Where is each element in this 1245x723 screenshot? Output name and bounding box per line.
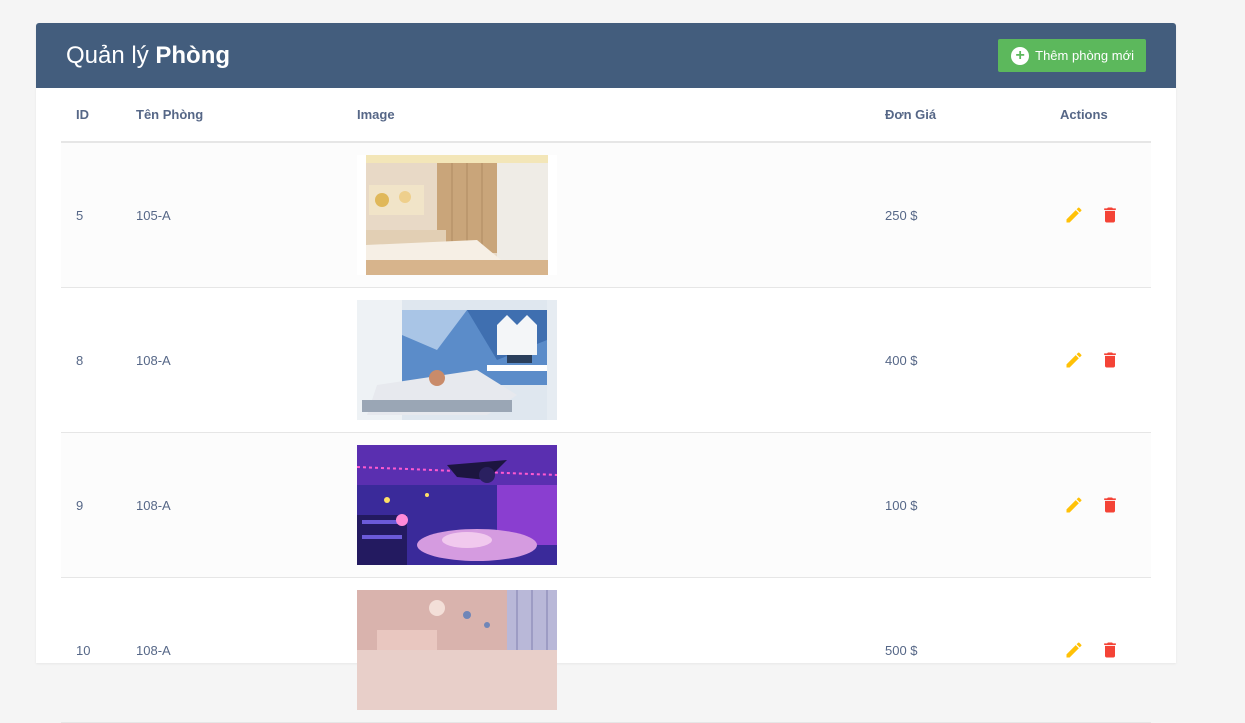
- room-image: [357, 590, 557, 710]
- trash-icon[interactable]: [1100, 640, 1120, 660]
- cell-price: 250 $: [885, 142, 1055, 288]
- add-room-button-label: Thêm phòng mới: [1035, 48, 1134, 63]
- trash-icon[interactable]: [1100, 205, 1120, 225]
- pencil-icon[interactable]: [1064, 640, 1084, 660]
- room-image: [357, 300, 557, 420]
- cell-price: 100 $: [885, 432, 1055, 578]
- row-actions: [1055, 495, 1151, 515]
- table-row: 10 108-A 500 $: [61, 577, 1151, 723]
- column-header-name: Tên Phòng: [136, 88, 357, 143]
- cell-id: 8: [61, 287, 136, 433]
- column-header-actions: Actions: [1055, 88, 1151, 143]
- cell-name: 108-A: [136, 432, 357, 578]
- pencil-icon[interactable]: [1064, 350, 1084, 370]
- column-header-id: ID: [61, 88, 136, 143]
- trash-icon[interactable]: [1100, 495, 1120, 515]
- rooms-table: ID Tên Phòng Image Đơn Giá Actions 5 105…: [61, 88, 1151, 723]
- pencil-icon[interactable]: [1064, 205, 1084, 225]
- page-title-bold: Phòng: [155, 42, 231, 69]
- room-management-panel: Quản lý Phòng + Thêm phòng mới ID Tên Ph…: [36, 23, 1176, 723]
- cell-id: 9: [61, 432, 136, 578]
- pencil-icon[interactable]: [1064, 495, 1084, 515]
- room-image: [357, 155, 557, 275]
- row-actions: [1055, 205, 1151, 225]
- cell-name: 105-A: [136, 142, 357, 288]
- cell-price: 500 $: [885, 577, 1055, 723]
- add-room-button[interactable]: + Thêm phòng mới: [998, 39, 1146, 72]
- cell-name: 108-A: [136, 577, 357, 723]
- cell-id: 10: [61, 577, 136, 723]
- row-actions: [1055, 640, 1151, 660]
- table-header-row: ID Tên Phòng Image Đơn Giá Actions: [61, 88, 1151, 143]
- cell-id: 5: [61, 142, 136, 288]
- cell-name: 108-A: [136, 287, 357, 433]
- row-actions: [1055, 350, 1151, 370]
- page-title-prefix: Quản lý: [66, 42, 149, 69]
- panel-header: Quản lý Phòng + Thêm phòng mới: [36, 23, 1176, 88]
- column-header-price: Đơn Giá: [885, 88, 1055, 143]
- table-row: 5 105-A 250 $: [61, 142, 1151, 288]
- page-title: Quản lý Phòng: [66, 42, 230, 70]
- room-image: [357, 445, 557, 565]
- plus-circle-icon: +: [1011, 46, 1030, 65]
- trash-icon[interactable]: [1100, 350, 1120, 370]
- cell-price: 400 $: [885, 287, 1055, 433]
- table-row: 9 108-A 100 $: [61, 432, 1151, 578]
- column-header-image: Image: [357, 88, 885, 143]
- table-row: 8 108-A 400 $: [61, 287, 1151, 433]
